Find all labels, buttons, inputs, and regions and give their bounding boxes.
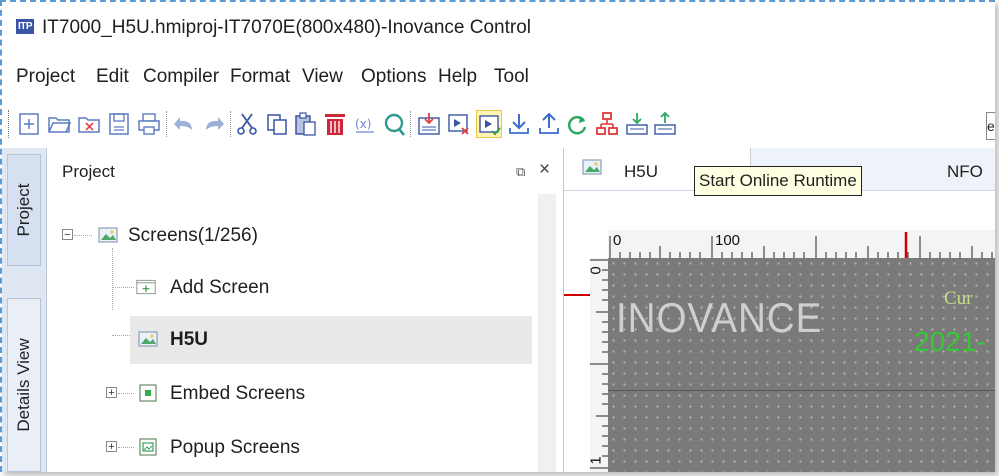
menu-format[interactable]: Format: [230, 66, 290, 88]
app-logo-icon: ITP: [16, 19, 34, 34]
expand-icon[interactable]: +: [106, 387, 117, 399]
variable-icon[interactable]: (x): [352, 110, 378, 138]
tooltip: Start Online Runtime: [694, 166, 862, 196]
tree-item-label: Popup Screens: [170, 437, 300, 458]
ruler-position-marker: [564, 294, 590, 296]
print-icon[interactable]: [136, 110, 162, 138]
float-window-icon[interactable]: ⧉: [516, 164, 525, 180]
menu-bar: Project Edit Compiler Format View Option…: [2, 62, 995, 96]
menu-project[interactable]: Project: [16, 66, 75, 88]
close-icon[interactable]: ×: [539, 159, 550, 181]
tree-item-label: Embed Screens: [170, 383, 306, 404]
menu-tool[interactable]: Tool: [494, 66, 529, 88]
download-icon[interactable]: [416, 110, 442, 138]
app-window: ITP IT7000_H5U.hmiproj-IT7070E(800x480)-…: [0, 0, 995, 472]
menu-view[interactable]: View: [302, 66, 343, 88]
side-tab-details-view[interactable]: Details View: [7, 298, 41, 472]
tree-item-popup-screens[interactable]: + Popup Screens: [48, 424, 532, 472]
paste-icon[interactable]: [292, 110, 318, 138]
toolbar-grip[interactable]: [8, 110, 12, 138]
ruler-label: 0: [613, 232, 622, 249]
close-project-icon[interactable]: [76, 110, 102, 138]
open-folder-icon[interactable]: [46, 110, 72, 138]
design-canvas[interactable]: INOVANCE Cur 2021-: [608, 258, 995, 472]
redo-icon[interactable]: [200, 110, 226, 138]
new-file-icon[interactable]: [16, 110, 42, 138]
download-plc-icon[interactable]: [624, 110, 650, 138]
menu-edit[interactable]: Edit: [96, 66, 129, 88]
copy-icon[interactable]: [264, 110, 290, 138]
current-label-text[interactable]: Cur: [944, 288, 973, 310]
tree-item-h5u[interactable]: H5U: [130, 316, 532, 364]
tree-item-add-screen[interactable]: Add Screen: [48, 264, 532, 312]
delete-icon[interactable]: [322, 110, 348, 138]
download-arrow-icon[interactable]: [506, 110, 532, 138]
embed-screen-icon: [138, 384, 158, 402]
popup-screen-icon: [138, 438, 158, 456]
title-bar: ITP IT7000_H5U.hmiproj-IT7070E(800x480)-…: [2, 2, 995, 52]
tree-item-embed-screens[interactable]: + Embed Screens: [48, 370, 532, 418]
tree-item-screens[interactable]: − Screens(1/256): [48, 212, 532, 260]
inovance-logo-text[interactable]: INOVANCE: [616, 294, 822, 342]
screen-icon: [98, 226, 118, 244]
canvas-divider-line: [608, 390, 995, 391]
cut-icon[interactable]: [234, 110, 260, 138]
document-tab-strip: H5U NFO Start Online Runtime: [564, 148, 995, 196]
panel-title: Project: [62, 162, 115, 181]
vertical-ruler: 0 1: [587, 258, 608, 472]
toolbar-separator: [410, 111, 412, 137]
horizontal-ruler: 0 100: [608, 230, 995, 258]
offline-simulation-icon[interactable]: [446, 110, 472, 138]
tree-connector: [118, 393, 134, 395]
window-title: IT7000_H5U.hmiproj-IT7070E(800x480)-Inov…: [42, 17, 531, 38]
upload-plc-icon[interactable]: [652, 110, 678, 138]
side-tab-strip: Project Details View: [2, 148, 47, 472]
toolbar-overflow-field[interactable]: e: [986, 112, 995, 140]
tree-item-label: Add Screen: [170, 277, 270, 298]
menu-help[interactable]: Help: [438, 66, 477, 88]
date-display-text[interactable]: 2021-: [914, 326, 986, 358]
start-online-runtime-icon[interactable]: [476, 110, 502, 138]
tree-item-label: H5U: [170, 329, 209, 350]
refresh-icon[interactable]: [564, 110, 590, 138]
side-tab-project-label: Project: [14, 183, 33, 237]
collapse-icon[interactable]: −: [62, 229, 73, 241]
upload-arrow-icon[interactable]: [536, 110, 562, 138]
menu-compiler[interactable]: Compiler: [143, 66, 219, 88]
side-tab-details-label: Details View: [14, 338, 33, 432]
tree-scrollbar[interactable]: [538, 194, 556, 472]
save-icon[interactable]: [106, 110, 132, 138]
toolbar-separator: [166, 111, 168, 137]
search-icon[interactable]: [382, 110, 408, 138]
ruler-label: 1: [587, 456, 605, 465]
undo-icon[interactable]: [172, 110, 198, 138]
project-panel-header: Project ⧉ ×: [48, 148, 563, 190]
tab-label: H5U: [624, 162, 659, 181]
svg-text:(x): (x): [355, 117, 371, 131]
toolbar: (x) e: [2, 102, 995, 146]
tree-item-label: Screens(1/256): [128, 225, 258, 246]
screen-icon: [582, 158, 602, 176]
ruler-label: 100: [715, 232, 741, 249]
add-screen-icon: [136, 278, 160, 296]
screen-editor: H5U NFO Start Online Runtime 0 100 0 1 I…: [564, 148, 995, 472]
side-tab-project[interactable]: Project: [7, 154, 41, 266]
toolbar-separator: [230, 111, 232, 137]
tree-connector: [74, 235, 92, 237]
menu-options[interactable]: Options: [361, 66, 426, 88]
screen-icon: [138, 330, 158, 348]
project-panel: Project ⧉ × − Screens(1/256) Add Screen: [48, 148, 564, 472]
expand-icon[interactable]: +: [106, 441, 117, 453]
network-icon[interactable]: [594, 110, 620, 138]
ruler-label: 0: [587, 266, 605, 275]
tab-label: NFO: [947, 162, 983, 181]
tree-connector: [118, 447, 134, 449]
